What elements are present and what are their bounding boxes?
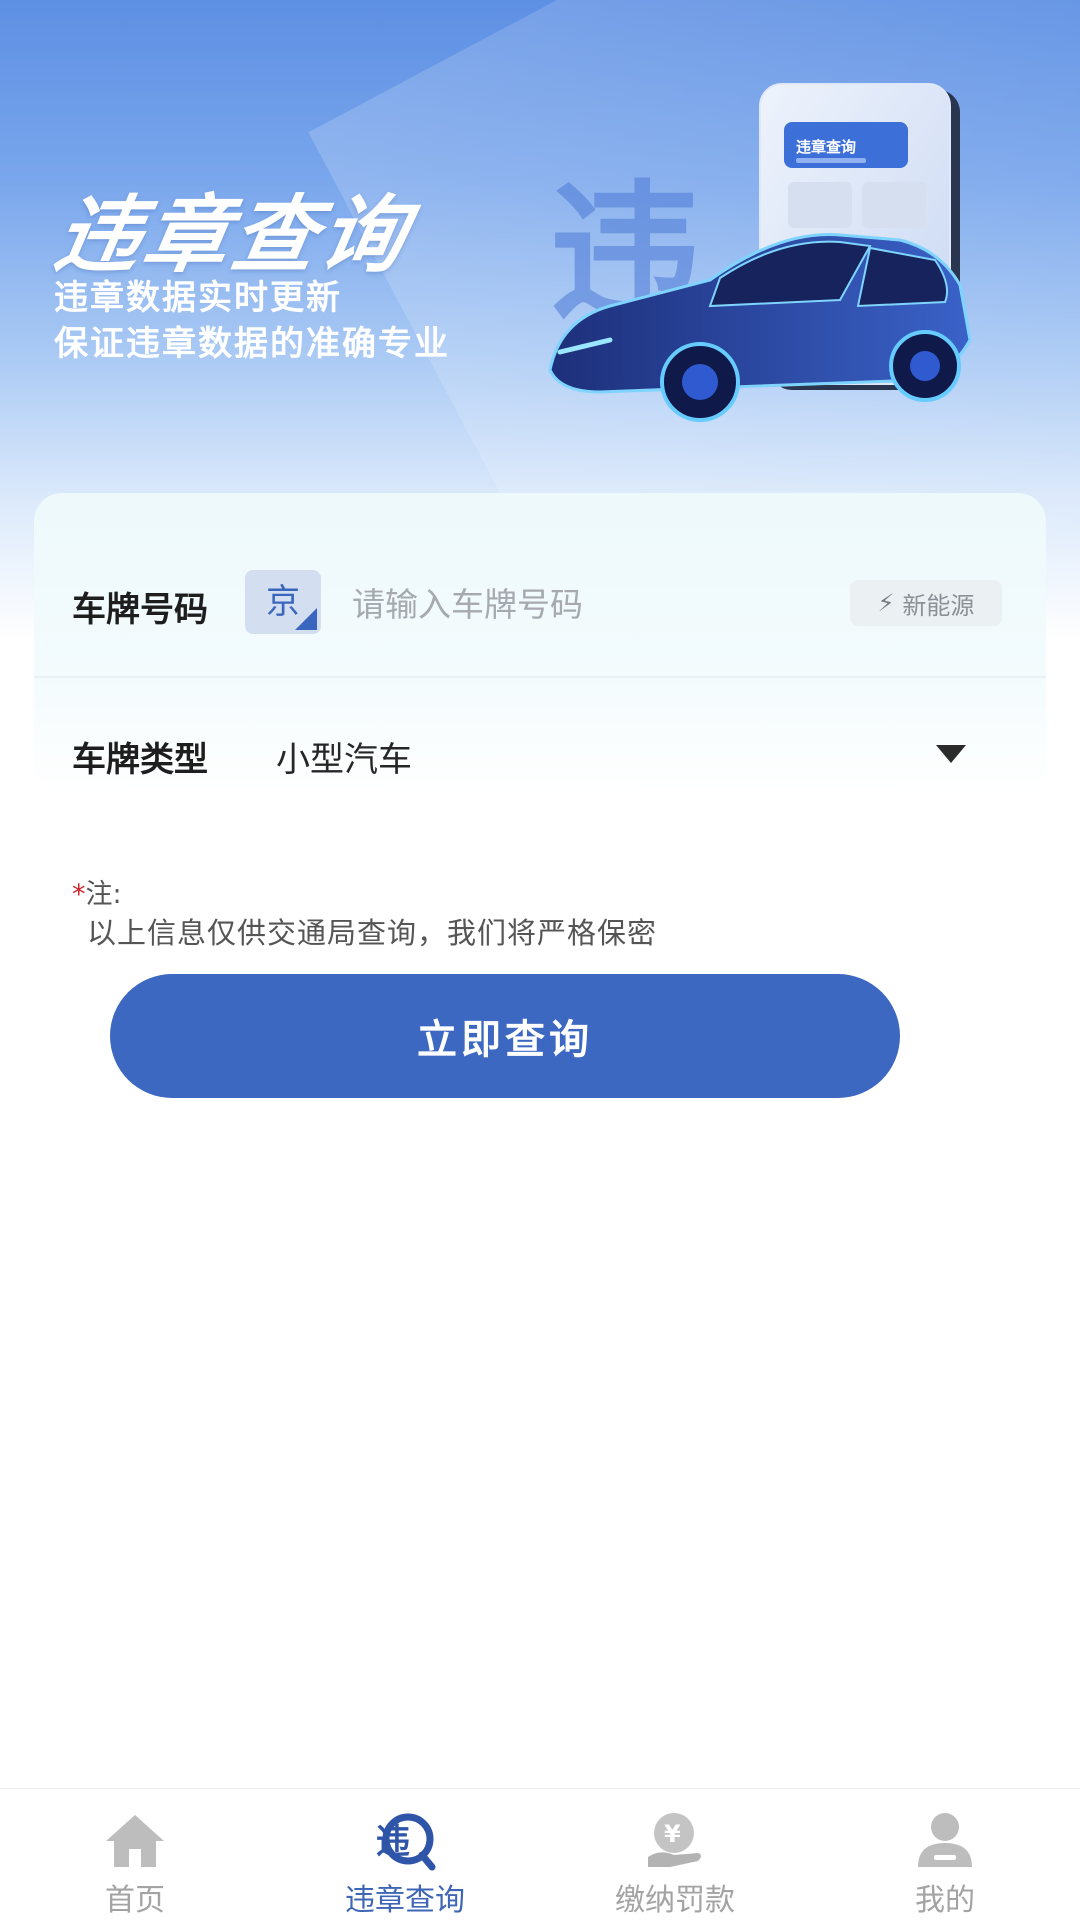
home-icon (106, 1815, 164, 1867)
note-text: 以上信息仅供交通局查询，我们将严格保密 (87, 916, 658, 950)
tab-home-label: 首页 (105, 1883, 165, 1918)
profile-icon (918, 1813, 972, 1867)
query-now-button[interactable]: 立即查询 (110, 974, 900, 1098)
tab-violation-query[interactable]: 违 违章查询 (270, 1789, 540, 1921)
tab-profile-label: 我的 (915, 1883, 975, 1918)
svg-text:¥: ¥ (664, 1820, 681, 1848)
tab-home[interactable]: 首页 (0, 1789, 270, 1921)
bottom-tab-bar: 首页 违 违章查询 ¥ 缴纳罚款 我的 (0, 1788, 1080, 1921)
form-divider (34, 676, 1046, 678)
tab-pay-fine-label: 缴纳罚款 (615, 1883, 735, 1918)
tab-pay-fine[interactable]: ¥ 缴纳罚款 (540, 1789, 810, 1921)
pay-fine-icon: ¥ (648, 1813, 701, 1867)
lightning-icon: ⚡ (877, 589, 895, 617)
plate-type-select[interactable]: 小型汽车 (276, 732, 412, 781)
phone-card-text: 违章查询 (796, 138, 856, 156)
dropdown-caret-icon[interactable] (936, 745, 966, 763)
svg-text:违: 违 (376, 1822, 410, 1862)
hero-subtitle-line-1: 违章数据实时更新 (54, 278, 342, 318)
required-star: * (72, 879, 86, 910)
tab-violation-query-label: 违章查询 (345, 1883, 465, 1918)
note-heading: *注: (72, 872, 122, 911)
plate-number-input[interactable] (350, 575, 834, 633)
car-phone-illustration: 违 违章查询 (548, 83, 972, 422)
note-heading-text: 注: (85, 879, 122, 910)
violation-query-icon: 违 (376, 1813, 436, 1871)
new-energy-toggle[interactable]: ⚡ 新能源 (850, 580, 1002, 626)
province-selector[interactable]: 京 (245, 570, 321, 634)
plate-type-label: 车牌类型 (72, 740, 208, 780)
new-energy-label: 新能源 (902, 591, 975, 620)
tab-profile[interactable]: 我的 (810, 1789, 1080, 1921)
hero-subtitle-line-2: 保证违章数据的准确专业 (54, 324, 450, 364)
province-corner-triangle-icon (295, 608, 317, 630)
plate-number-label: 车牌号码 (72, 590, 208, 630)
